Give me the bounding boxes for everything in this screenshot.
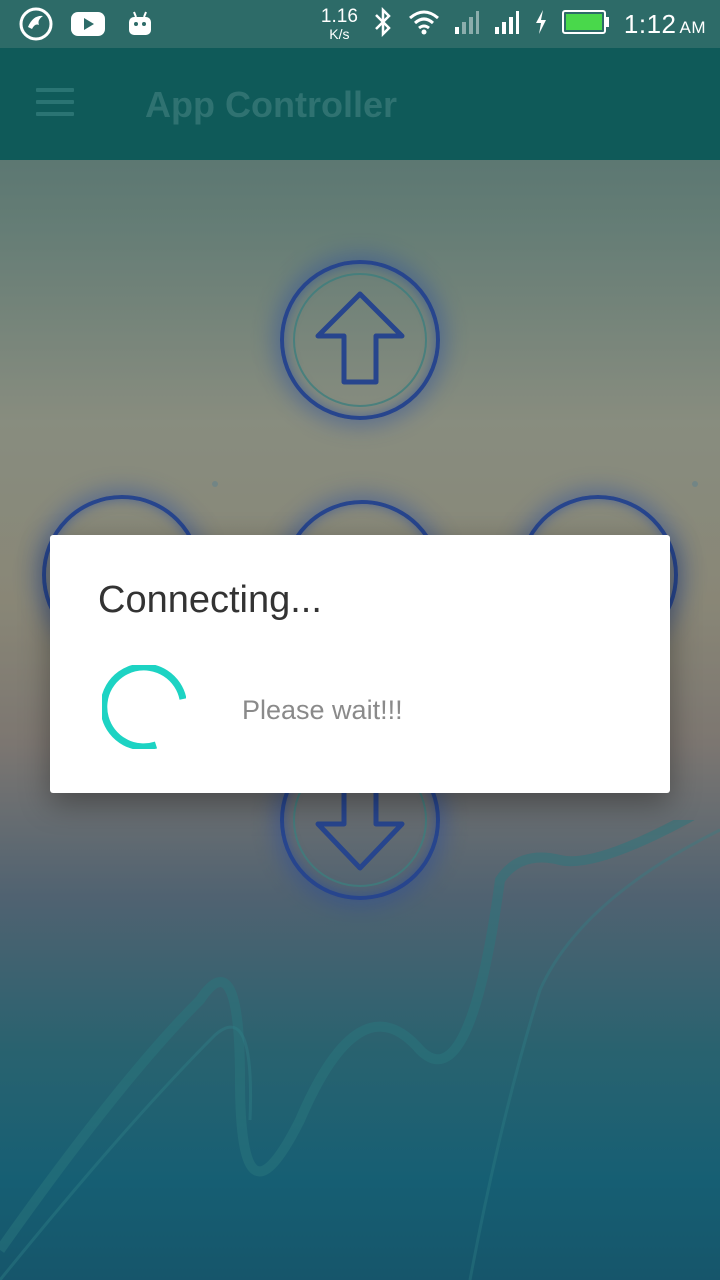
bluetooth-icon bbox=[372, 6, 394, 42]
app-bar: App Controller bbox=[0, 48, 720, 160]
network-speed-value: 1.16 bbox=[320, 6, 358, 27]
connecting-dialog: Connecting... Please wait!!! bbox=[50, 535, 670, 793]
status-bar: 1.16 K/s 1:12 AM bbox=[0, 0, 720, 48]
clock-time: 1:12 bbox=[623, 8, 677, 39]
clock-ampm: AM bbox=[679, 17, 706, 37]
signal-weak-icon bbox=[454, 9, 480, 40]
menu-icon[interactable] bbox=[36, 88, 76, 120]
charging-icon bbox=[534, 9, 548, 40]
battery-icon bbox=[561, 9, 610, 40]
network-speed-unit: K/s bbox=[329, 26, 350, 42]
wifi-icon bbox=[408, 8, 440, 41]
youtube-icon bbox=[70, 6, 106, 42]
app-title: App Controller bbox=[145, 84, 397, 125]
signal-icon bbox=[494, 9, 520, 40]
network-speed: 1.16 K/s bbox=[321, 7, 358, 41]
dialog-message: Please wait!!! bbox=[242, 695, 403, 725]
dialog-title: Connecting... bbox=[98, 579, 322, 621]
loading-spinner-icon bbox=[102, 665, 186, 749]
android-icon bbox=[122, 6, 158, 42]
phoenix-app-icon bbox=[18, 6, 54, 42]
screen: 1.16 K/s 1:12 AM App Controller Connecti… bbox=[0, 0, 720, 1280]
clock: 1:12 AM bbox=[624, 9, 706, 40]
